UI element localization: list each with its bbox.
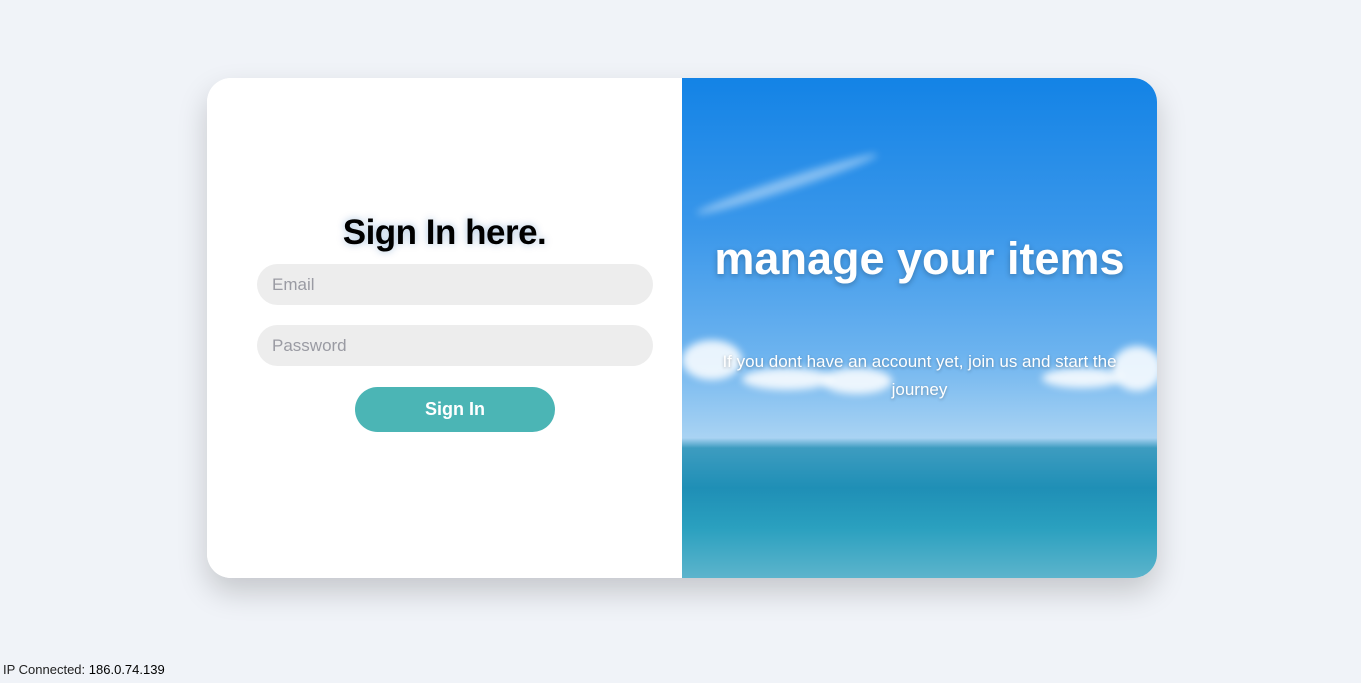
ip-label: IP Connected:: [3, 662, 86, 677]
promo-panel: manage your items If you dont have an ac…: [682, 78, 1157, 578]
promo-title: manage your items: [714, 233, 1125, 284]
promo-subtitle: If you dont have an account yet, join us…: [722, 352, 1117, 399]
cloud-decoration: [694, 148, 880, 220]
email-field[interactable]: [257, 264, 653, 305]
page-title: Sign In here.: [342, 213, 547, 252]
auth-card: Sign In here. Sign In manage your items …: [207, 78, 1157, 578]
sign-in-button[interactable]: Sign In: [355, 387, 555, 432]
cloud-decoration: [1112, 346, 1157, 391]
signin-panel: Sign In here. Sign In: [207, 78, 682, 578]
password-field[interactable]: [257, 325, 653, 366]
ip-value: 186.0.74.139: [88, 662, 165, 677]
ip-status: IP Connected: 186.0.74.139: [3, 662, 165, 677]
